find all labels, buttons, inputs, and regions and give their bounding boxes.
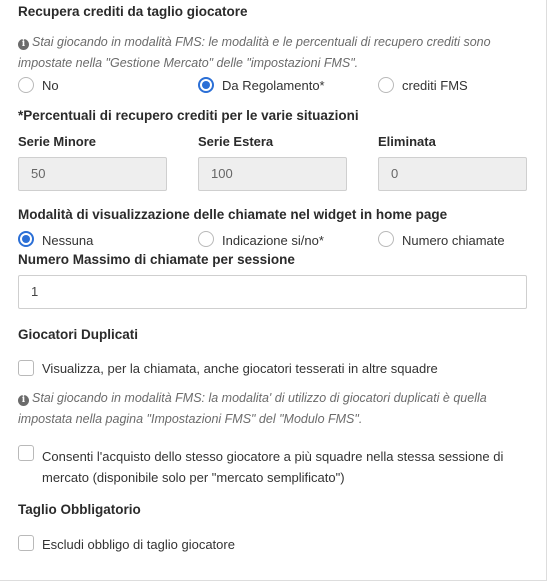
visualizzazione-heading: Modalità di visualizzazione delle chiama… bbox=[18, 207, 448, 222]
checkbox-consenti-acquisto[interactable] bbox=[18, 445, 34, 461]
radio-vis-indicazione[interactable] bbox=[198, 231, 214, 247]
checkbox-visualizza-duplicati-label: Visualizza, per la chiamata, anche gioca… bbox=[42, 361, 438, 376]
serie-minore-input[interactable]: 50 bbox=[18, 157, 167, 191]
radio-label-fms: crediti FMS bbox=[402, 78, 468, 93]
eliminata-label: Eliminata bbox=[378, 134, 436, 149]
radio-label-nessuna: Nessuna bbox=[42, 233, 94, 248]
duplicati-heading: Giocatori Duplicati bbox=[18, 327, 139, 342]
info-icon: i bbox=[18, 39, 29, 50]
radio-recupero-regolamento[interactable] bbox=[198, 77, 214, 93]
taglio-heading: Taglio Obbligatorio bbox=[18, 502, 141, 517]
radio-label-no: No bbox=[42, 78, 59, 93]
serie-estera-label: Serie Estera bbox=[198, 134, 274, 149]
recupero-heading: Recupera crediti da taglio giocatore bbox=[18, 4, 248, 19]
radio-vis-nessuna[interactable] bbox=[18, 231, 34, 247]
radio-label-numero: Numero chiamate bbox=[402, 233, 505, 248]
max-chiamate-label: Numero Massimo di chiamate per sessione bbox=[18, 252, 295, 267]
duplicati-note: i Stai giocando in modalità FMS: la modal… bbox=[18, 391, 487, 426]
serie-minore-label: Serie Minore bbox=[18, 134, 97, 149]
radio-label-indicazione: Indicazione si/no* bbox=[222, 233, 324, 248]
info-icon: i bbox=[18, 395, 29, 406]
serie-estera-input[interactable]: 100 bbox=[198, 157, 347, 191]
settings-panel: Recupera crediti da taglio giocatore i St… bbox=[0, 0, 547, 581]
recupero-note: i Stai giocando in modalità FMS: le modal… bbox=[18, 35, 491, 70]
radio-recupero-fms[interactable] bbox=[378, 77, 394, 93]
checkbox-escludi-taglio-label: Escludi obbligo di taglio giocatore bbox=[42, 537, 235, 552]
radio-recupero-no[interactable] bbox=[18, 77, 34, 93]
checkbox-visualizza-duplicati[interactable] bbox=[18, 360, 34, 376]
eliminata-input[interactable]: 0 bbox=[378, 157, 527, 191]
percentuali-heading: *Percentuali di recupero crediti per le … bbox=[18, 108, 359, 123]
checkbox-consenti-acquisto-label: Consenti l'acquisto dello stesso giocato… bbox=[42, 449, 504, 485]
radio-vis-numero[interactable] bbox=[378, 231, 394, 247]
max-chiamate-input[interactable]: 1 bbox=[18, 275, 527, 309]
checkbox-escludi-taglio[interactable] bbox=[18, 535, 34, 551]
radio-label-regolamento: Da Regolamento* bbox=[222, 78, 325, 93]
